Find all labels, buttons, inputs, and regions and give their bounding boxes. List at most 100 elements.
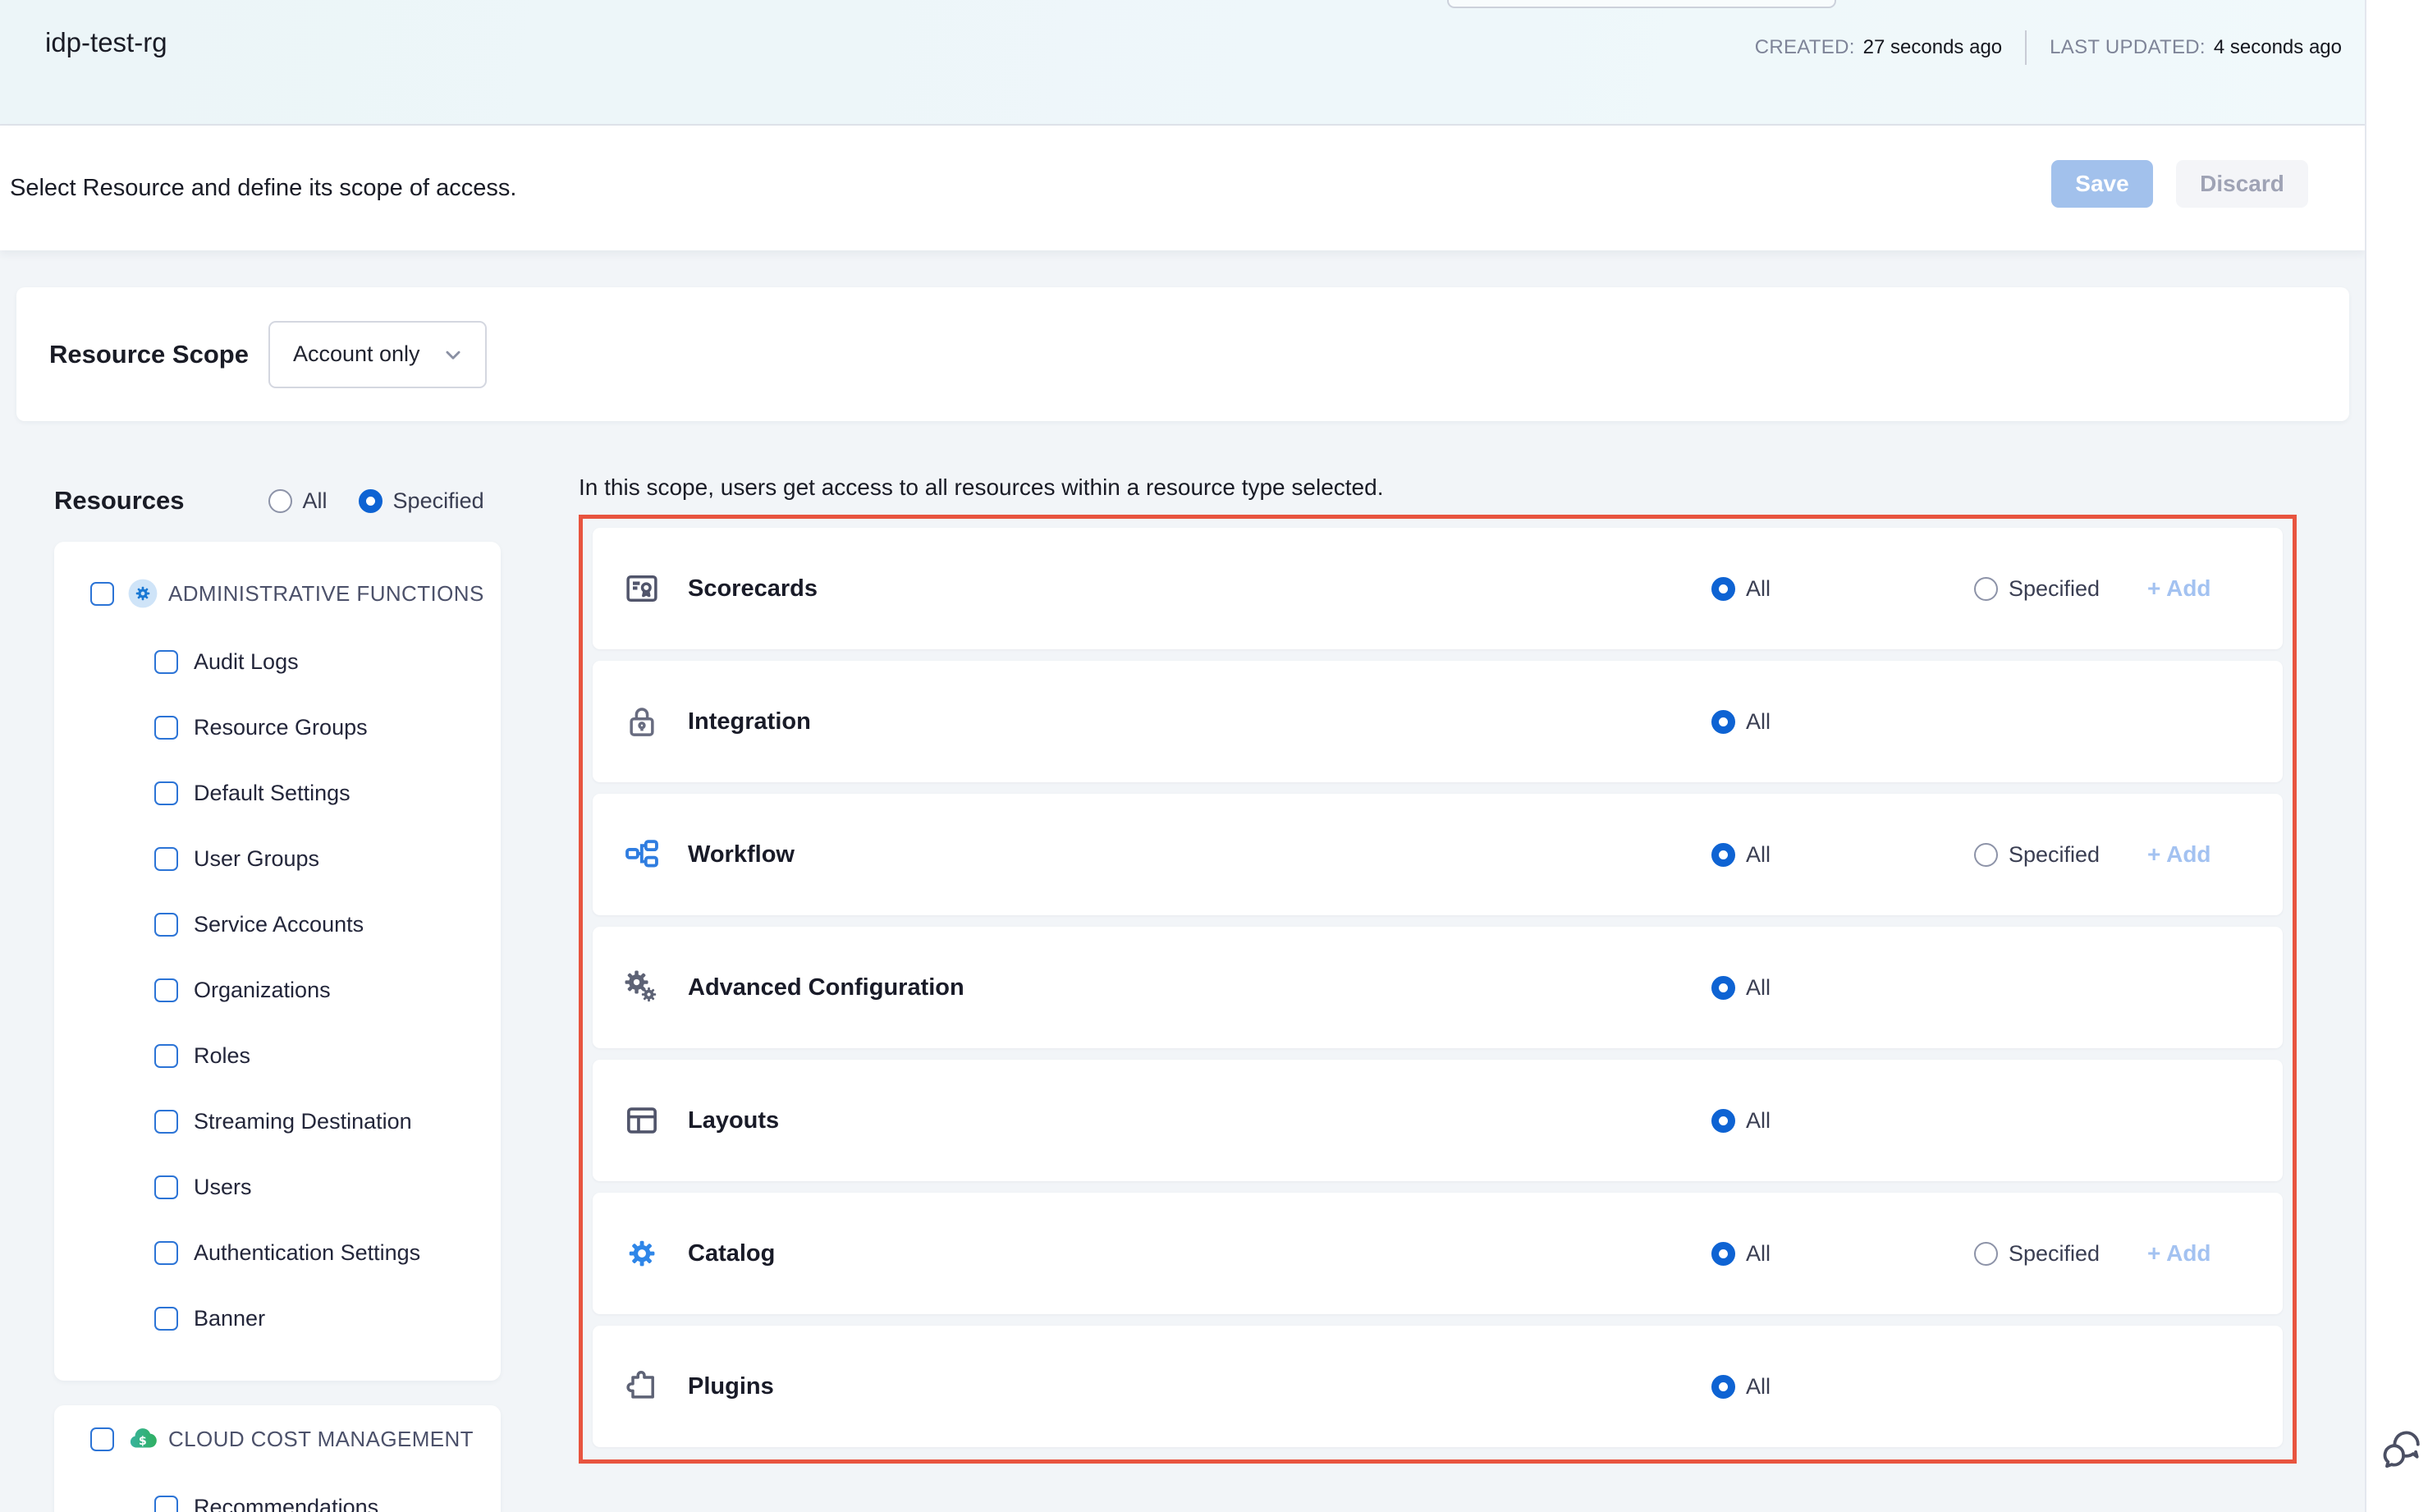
add-button[interactable]: + Add: [2147, 841, 2211, 868]
list-item: User Groups: [54, 826, 501, 891]
resources-radio-all-label[interactable]: All: [303, 488, 328, 514]
all-radio-label[interactable]: All: [1746, 1108, 1771, 1134]
resource-group-header: $ CLOUD COST MANAGEMENT: [90, 1418, 501, 1459]
all-radio-label[interactable]: All: [1746, 842, 1771, 868]
resources-header: Resources All Specified: [54, 479, 501, 523]
right-rail: [2365, 0, 2428, 1512]
resource-type-row: Catalog All Specified + Add: [593, 1193, 2283, 1314]
last-updated-value: 4 seconds ago: [2214, 36, 2342, 59]
resources-radio-specified[interactable]: [359, 489, 383, 513]
page: idp-test-rg CREATED: 27 seconds ago LAST…: [0, 0, 2428, 1512]
resource-type-row: Advanced Configuration All: [593, 927, 2283, 1048]
all-radio[interactable]: [1711, 976, 1735, 1000]
all-radio[interactable]: [1711, 1109, 1735, 1133]
resource-scope-dropdown[interactable]: Account only: [268, 321, 487, 388]
add-button[interactable]: + Add: [2147, 575, 2211, 602]
resource-type-row: Scorecards All Specified + Add: [593, 528, 2283, 649]
created-value: 27 seconds ago: [1863, 36, 2002, 59]
all-radio-label[interactable]: All: [1746, 975, 1771, 1001]
list-item: Audit Logs: [54, 629, 501, 694]
item-checkbox[interactable]: [154, 1307, 178, 1331]
resource-type-row: Layouts All: [593, 1060, 2283, 1181]
item-checkbox[interactable]: [154, 716, 178, 740]
item-checkbox[interactable]: [154, 1175, 178, 1199]
lock-icon: [624, 703, 660, 740]
resource-group-header: ADMINISTRATIVE FUNCTIONS: [90, 573, 501, 614]
item-label: Streaming Destination: [194, 1109, 412, 1134]
specified-radio[interactable]: [1974, 1242, 1998, 1266]
scorecard-icon: [624, 570, 660, 607]
list-item: Default Settings: [54, 760, 501, 826]
discard-button[interactable]: Discard: [2176, 160, 2308, 208]
resource-type-row: Workflow All Specified + Add: [593, 794, 2283, 915]
all-radio-label[interactable]: All: [1746, 576, 1771, 602]
resource-types-highlight-box: Scorecards All Specified + Add Integrati…: [579, 515, 2297, 1464]
resource-type-row: Integration All: [593, 661, 2283, 782]
resources-radio-all[interactable]: [268, 489, 292, 513]
chat-support-button[interactable]: [2380, 1427, 2424, 1471]
save-button[interactable]: Save: [2051, 160, 2153, 208]
item-checkbox[interactable]: [154, 1110, 178, 1134]
resources-radio-specified-label[interactable]: Specified: [393, 488, 484, 514]
item-label: Recommendations: [194, 1495, 378, 1512]
item-checkbox[interactable]: [154, 1044, 178, 1068]
item-checkbox[interactable]: [154, 1496, 178, 1512]
svg-text:$: $: [139, 1435, 147, 1448]
resource-scope-card: Resource Scope Account only: [16, 287, 2349, 421]
specified-radio-label[interactable]: Specified: [2009, 842, 2100, 868]
item-label: Users: [194, 1175, 252, 1200]
resource-type-row: Plugins All: [593, 1326, 2283, 1447]
item-checkbox[interactable]: [154, 650, 178, 674]
group-checkbox[interactable]: [90, 582, 114, 606]
toolbar: Select Resource and define its scope of …: [0, 126, 2365, 250]
item-label: Service Accounts: [194, 912, 364, 937]
item-checkbox[interactable]: [154, 1241, 178, 1265]
list-item: Authentication Settings: [54, 1220, 501, 1285]
header-meta: CREATED: 27 seconds ago LAST UPDATED: 4 …: [1755, 0, 2342, 94]
gear-icon: [624, 1235, 660, 1271]
all-radio-label[interactable]: All: [1746, 1374, 1771, 1400]
specified-radio-label[interactable]: Specified: [2009, 1241, 2100, 1267]
page-title: idp-test-rg: [45, 27, 167, 58]
resource-scope-label: Resource Scope: [49, 340, 249, 369]
specified-radio[interactable]: [1974, 577, 1998, 601]
all-radio[interactable]: [1711, 710, 1735, 734]
specified-radio-label[interactable]: Specified: [2009, 576, 2100, 602]
plugin-icon: [624, 1368, 660, 1404]
resource-scope-value: Account only: [293, 341, 439, 367]
all-radio[interactable]: [1711, 1375, 1735, 1399]
resource-type-name: Scorecards: [688, 575, 818, 603]
resource-group-card: ADMINISTRATIVE FUNCTIONS Audit Logs Reso…: [54, 542, 501, 1381]
group-label: CLOUD COST MANAGEMENT: [168, 1427, 474, 1452]
all-radio[interactable]: [1711, 843, 1735, 867]
meta-divider: [2025, 30, 2027, 65]
resource-type-name: Integration: [688, 708, 811, 735]
item-label: Roles: [194, 1043, 250, 1069]
item-label: Authentication Settings: [194, 1240, 420, 1266]
radio-group-all: All: [1711, 1241, 1771, 1267]
item-checkbox[interactable]: [154, 913, 178, 937]
add-button[interactable]: + Add: [2147, 1240, 2211, 1267]
resources-title: Resources: [54, 486, 185, 515]
all-radio-label[interactable]: All: [1746, 709, 1771, 735]
resource-type-name: Workflow: [688, 841, 795, 868]
resource-type-name: Catalog: [688, 1240, 775, 1267]
list-item: Organizations: [54, 957, 501, 1023]
radio-group-all: All: [1711, 842, 1771, 868]
list-item: Resource Groups: [54, 694, 501, 760]
item-checkbox[interactable]: [154, 781, 178, 805]
item-checkbox[interactable]: [154, 978, 178, 1002]
item-checkbox[interactable]: [154, 847, 178, 871]
radio-group-all: All: [1711, 1108, 1771, 1134]
all-radio-label[interactable]: All: [1746, 1241, 1771, 1267]
item-label: Audit Logs: [194, 649, 299, 675]
all-radio[interactable]: [1711, 1242, 1735, 1266]
specified-radio[interactable]: [1974, 843, 1998, 867]
item-label: User Groups: [194, 846, 319, 872]
resource-type-name: Layouts: [688, 1107, 779, 1134]
group-checkbox[interactable]: [90, 1427, 114, 1451]
all-radio[interactable]: [1711, 577, 1735, 601]
resource-group-card: $ CLOUD COST MANAGEMENT Recommendations: [54, 1405, 501, 1512]
list-item: Recommendations: [54, 1474, 501, 1512]
resource-type-name: Plugins: [688, 1373, 774, 1400]
